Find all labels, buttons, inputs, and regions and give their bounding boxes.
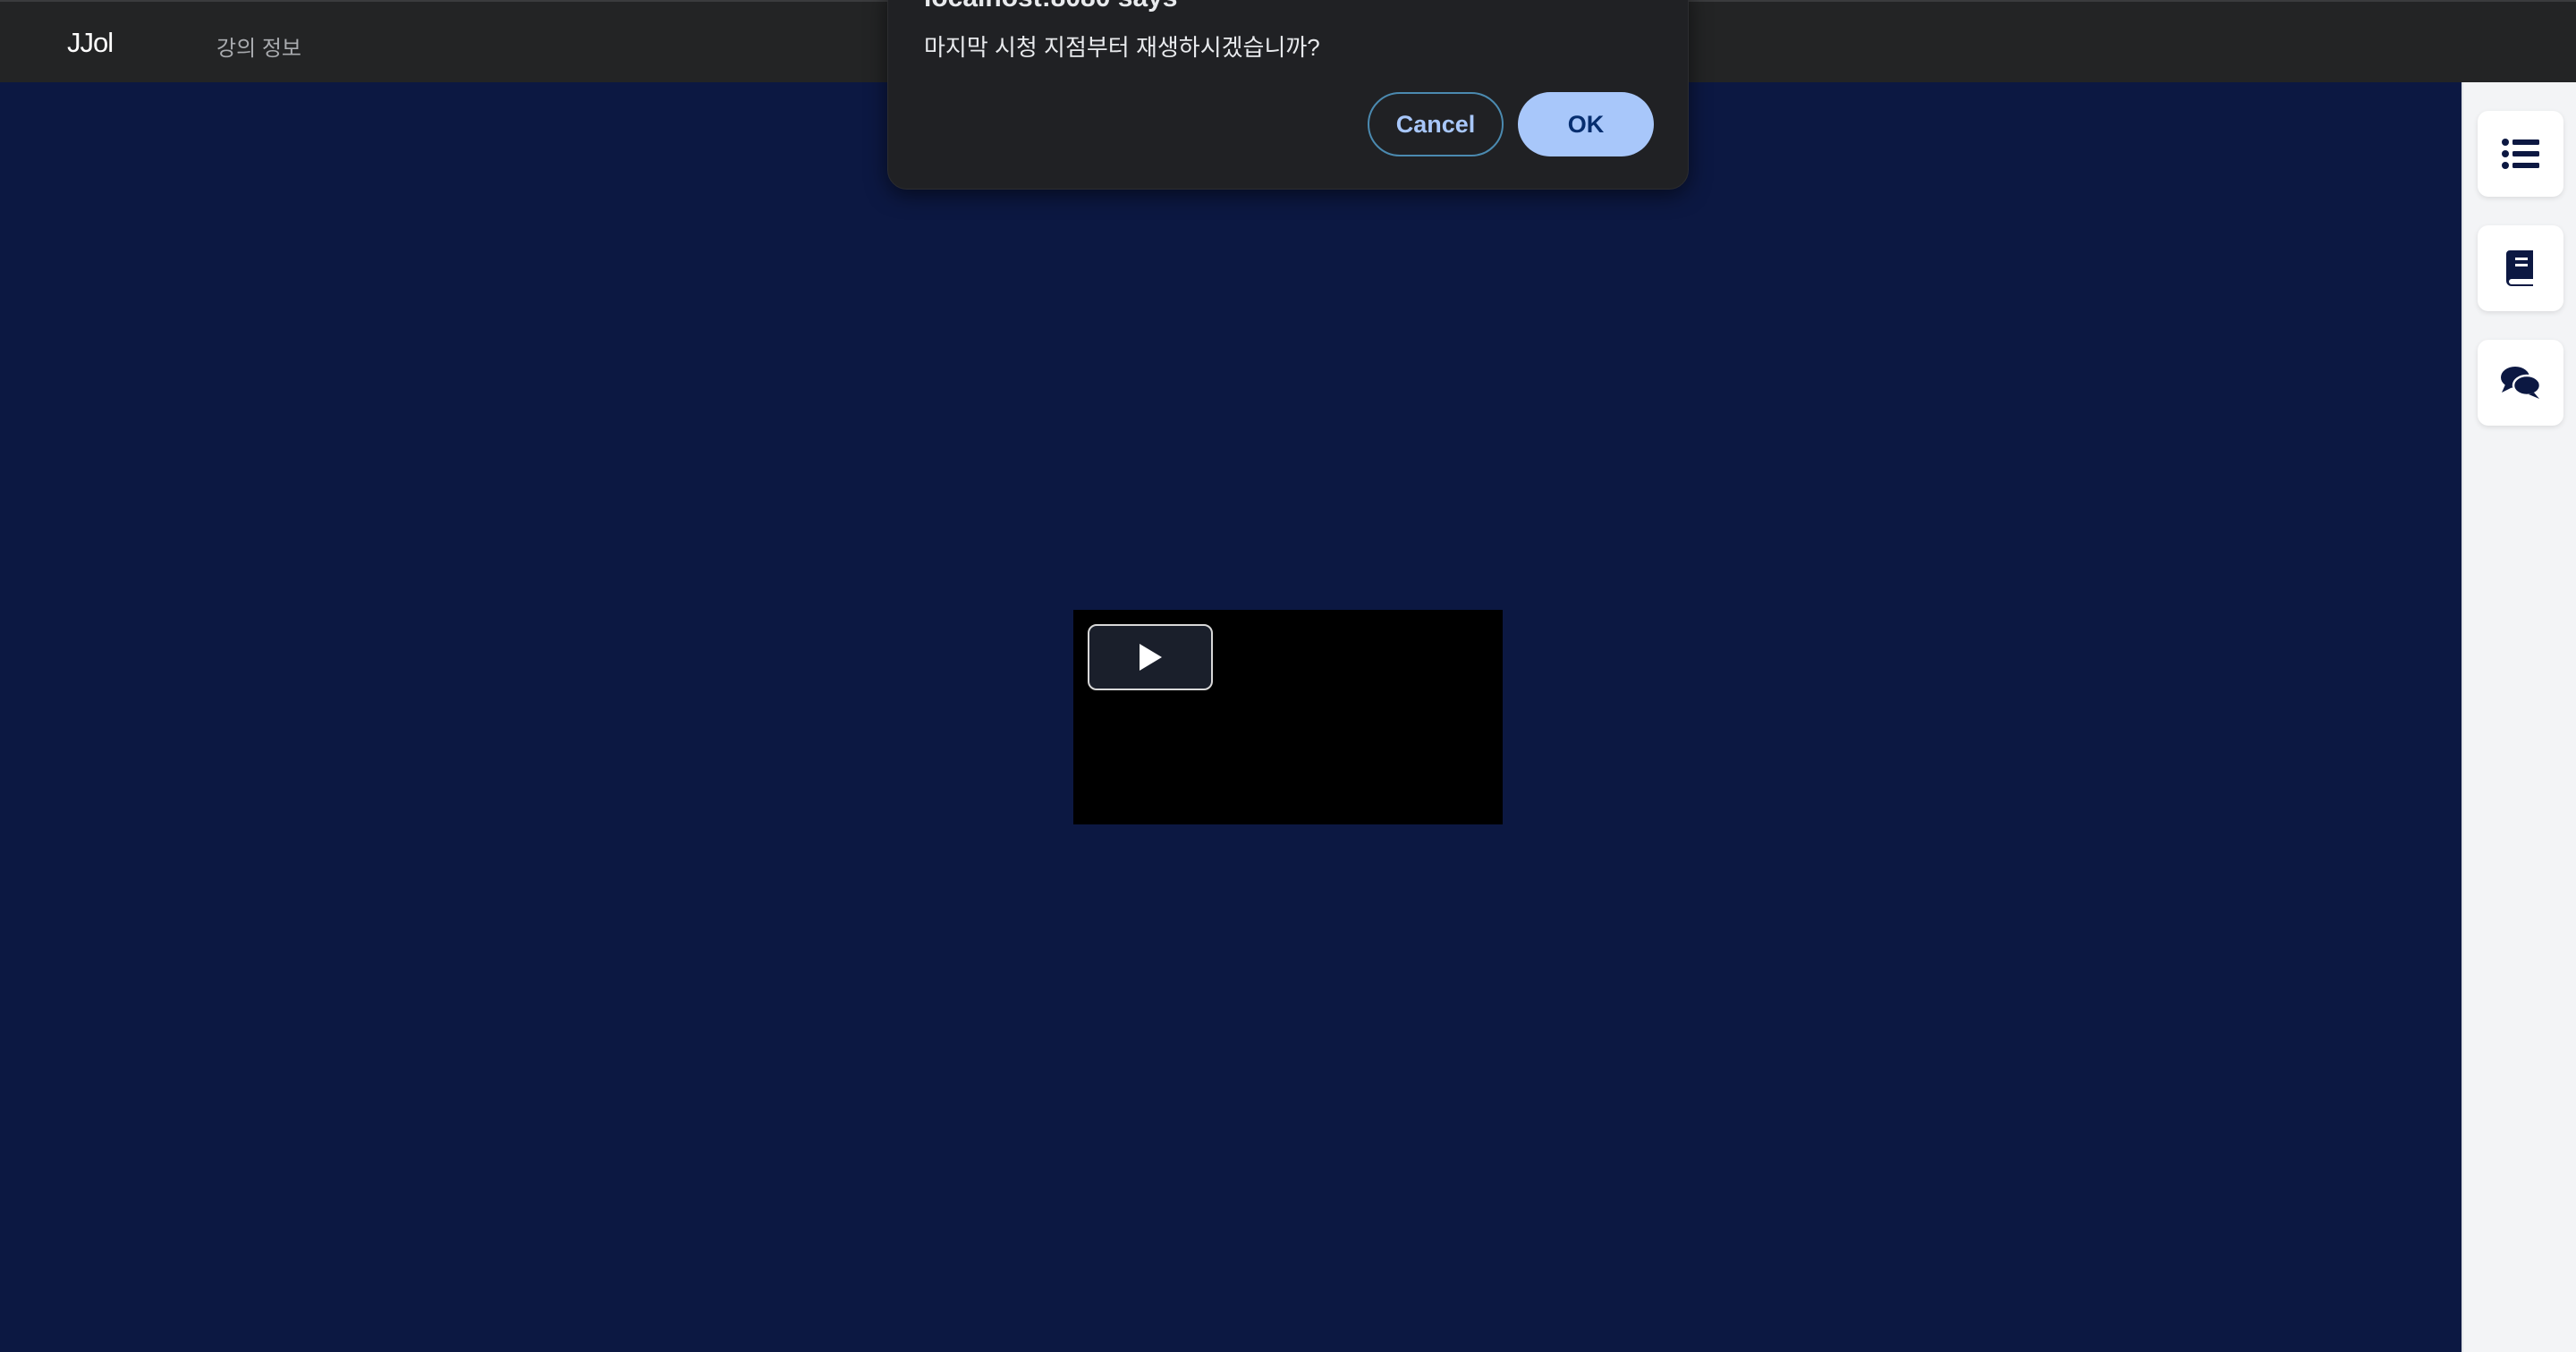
book-icon <box>2506 250 2533 286</box>
cancel-button[interactable]: Cancel <box>1368 92 1504 156</box>
notes-button[interactable] <box>2478 225 2563 311</box>
ok-button[interactable]: OK <box>1518 92 1654 156</box>
comments-icon <box>2501 367 2541 399</box>
chat-button[interactable] <box>2478 340 2563 426</box>
list-icon <box>2502 139 2539 169</box>
dialog-origin: localhost:8080 says <box>924 0 1178 13</box>
play-button[interactable] <box>1088 624 1213 690</box>
brand-logo[interactable]: JJol <box>67 27 114 59</box>
confirm-dialog: localhost:8080 says 마지막 시청 지점부터 재생하시겠습니까… <box>887 0 1689 190</box>
nav-link-course-info[interactable]: 강의 정보 <box>216 30 301 62</box>
curriculum-list-button[interactable] <box>2478 111 2563 197</box>
play-icon <box>1140 644 1162 671</box>
right-sidebar <box>2462 82 2576 1352</box>
video-player[interactable] <box>1073 610 1503 824</box>
dialog-message: 마지막 시청 지점부터 재생하시겠습니까? <box>924 34 1320 61</box>
